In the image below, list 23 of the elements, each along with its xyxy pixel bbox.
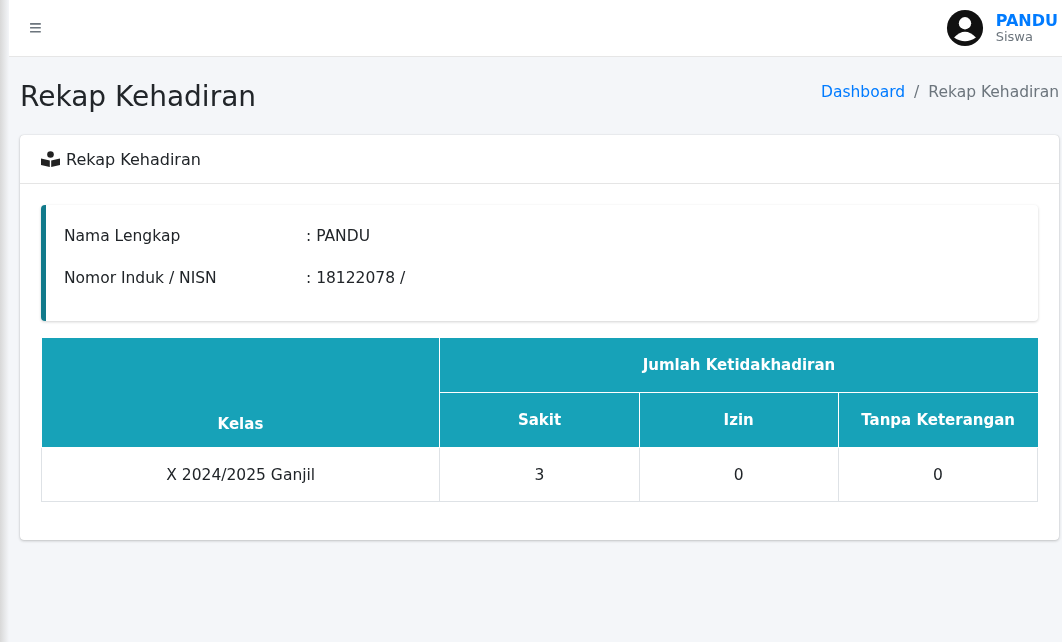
book-reader-icon — [41, 151, 60, 167]
column-header: Kelas — [41, 338, 440, 448]
table-cell: X 2024/2025 Ganjil — [41, 447, 440, 502]
page-title: Rekap Kehadiran — [20, 79, 257, 113]
user-role: Siswa — [995, 29, 1034, 44]
table-cell: 0 — [838, 447, 1038, 502]
column-header: Izin — [639, 392, 839, 448]
table-cell: 0 — [639, 447, 839, 502]
card-title: Rekap Kehadiran — [66, 149, 201, 169]
breadcrumb-text: Rekap Kehadiran — [928, 83, 1059, 101]
column-header: Tanpa Keterangan — [838, 392, 1038, 448]
info-value: : 18122078 / — [306, 269, 406, 287]
table-cell: 3 — [439, 447, 640, 502]
menu-button[interactable]: ≡ — [25, 15, 46, 41]
breadcrumb-text: / — [914, 83, 920, 101]
breadcrumb-link[interactable]: Dashboard — [821, 83, 906, 101]
column-header: Sakit — [439, 392, 640, 448]
group-header: Jumlah Ketidakhadiran — [439, 338, 1038, 393]
user-name[interactable]: PANDU — [995, 12, 1058, 30]
info-value: : PANDU — [306, 227, 370, 245]
info-label: Nomor Induk / NISN — [64, 269, 218, 287]
user-avatar-icon[interactable] — [945, 9, 984, 47]
info-label: Nama Lengkap — [64, 227, 182, 245]
